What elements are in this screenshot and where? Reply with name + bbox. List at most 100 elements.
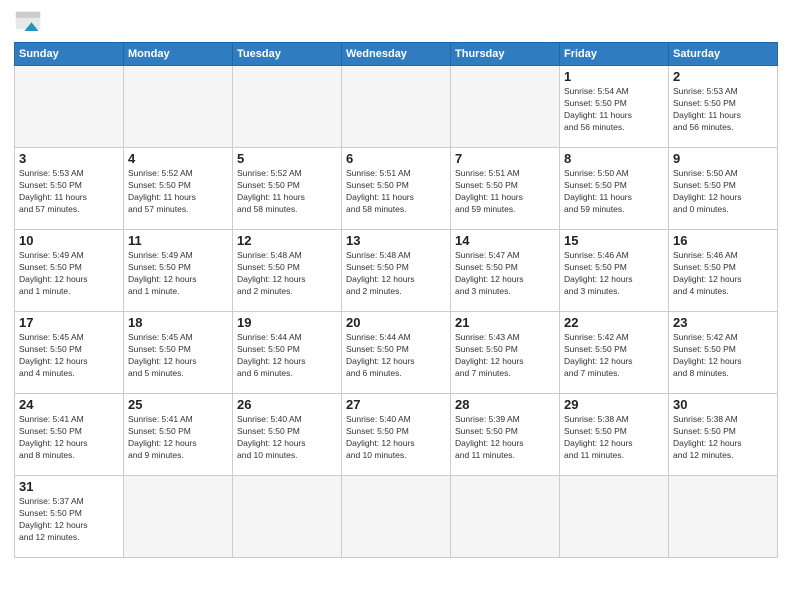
calendar-cell: 12Sunrise: 5:48 AMSunset: 5:50 PMDayligh… — [233, 230, 342, 312]
calendar-cell: 14 Sunrise: 5:47 AMSunset: 5:50 PMDayligh… — [451, 230, 560, 312]
day-info: Sunrise: 5:38 AMSunset: 5:50 PMDaylight:… — [673, 414, 773, 462]
day-info: Sunrise: 5:49 AMSunset: 5:50 PMDaylight:… — [128, 250, 228, 298]
calendar-cell — [342, 66, 451, 148]
day-number: 24 — [19, 397, 119, 412]
calendar-cell: 17 Sunrise: 5:45 AMSunset: 5:50 PMDayligh… — [15, 312, 124, 394]
calendar-cell — [233, 476, 342, 558]
weekday-friday: Friday — [560, 43, 669, 66]
weekday-thursday: Thursday — [451, 43, 560, 66]
day-info: Sunrise: 5:40 AMSunset: 5:50 PMDaylight:… — [346, 414, 446, 462]
day-info: Sunrise: 5:49 AMSunset: 5:50 PMDaylight:… — [19, 250, 119, 298]
day-number: 27 — [346, 397, 446, 412]
day-number: 2 — [673, 69, 773, 84]
day-info: Sunrise: 5:45 AMSunset: 5:50 PMDaylight:… — [19, 332, 119, 380]
calendar-cell — [669, 476, 778, 558]
calendar-cell: 19 Sunrise: 5:44 AMSunset: 5:50 PMDayligh… — [233, 312, 342, 394]
day-info: Sunrise: 5:41 AMSunset: 5:50 PMDaylight:… — [128, 414, 228, 462]
day-number: 19 — [237, 315, 337, 330]
day-info: Sunrise: 5:46 AMSunset: 5:50 PMDaylight:… — [673, 250, 773, 298]
day-number: 26 — [237, 397, 337, 412]
calendar-cell: 7 Sunrise: 5:51 AMSunset: 5:50 PMDaylight… — [451, 148, 560, 230]
day-number: 29 — [564, 397, 664, 412]
day-info: Sunrise: 5:48 AMSunset: 5:50 PMDaylight:… — [346, 250, 446, 298]
calendar-cell: 8Sunrise: 5:50 AMSunset: 5:50 PMDaylight… — [560, 148, 669, 230]
weekday-wednesday: Wednesday — [342, 43, 451, 66]
calendar-cell: 16Sunrise: 5:46 AMSunset: 5:50 PMDayligh… — [669, 230, 778, 312]
day-info: Sunrise: 5:40 AMSunset: 5:50 PMDaylight:… — [237, 414, 337, 462]
calendar-cell — [233, 66, 342, 148]
day-number: 30 — [673, 397, 773, 412]
calendar-cell: 21 Sunrise: 5:43 AMSunset: 5:50 PMDayligh… — [451, 312, 560, 394]
day-info: Sunrise: 5:38 AMSunset: 5:50 PMDaylight:… — [564, 414, 664, 462]
day-number: 17 — [19, 315, 119, 330]
calendar-cell: 29 Sunrise: 5:38 AMSunset: 5:50 PMDayligh… — [560, 394, 669, 476]
calendar-cell: 24 Sunrise: 5:41 AMSunset: 5:50 PMDayligh… — [15, 394, 124, 476]
calendar-cell: 10 Sunrise: 5:49 AMSunset: 5:50 PMDayligh… — [15, 230, 124, 312]
day-number: 28 — [455, 397, 555, 412]
day-info: Sunrise: 5:51 AMSunset: 5:50 PMDaylight:… — [455, 168, 555, 216]
calendar-cell: 3 Sunrise: 5:53 AMSunset: 5:50 PMDaylight… — [15, 148, 124, 230]
calendar-cell: 23 Sunrise: 5:42 AMSunset: 5:50 PMDayligh… — [669, 312, 778, 394]
calendar-cell — [124, 476, 233, 558]
day-number: 4 — [128, 151, 228, 166]
calendar-week-4: 24 Sunrise: 5:41 AMSunset: 5:50 PMDayligh… — [15, 394, 778, 476]
calendar-cell — [124, 66, 233, 148]
day-number: 23 — [673, 315, 773, 330]
weekday-sunday: Sunday — [15, 43, 124, 66]
calendar-cell — [451, 476, 560, 558]
calendar-cell — [451, 66, 560, 148]
day-info: Sunrise: 5:47 AMSunset: 5:50 PMDaylight:… — [455, 250, 555, 298]
calendar-cell: 15 Sunrise: 5:46 AMSunset: 5:50 PMDayligh… — [560, 230, 669, 312]
day-info: Sunrise: 5:42 AMSunset: 5:50 PMDaylight:… — [564, 332, 664, 380]
calendar-cell: 9 Sunrise: 5:50 AMSunset: 5:50 PMDaylight… — [669, 148, 778, 230]
day-number: 10 — [19, 233, 119, 248]
day-info: Sunrise: 5:52 AMSunset: 5:50 PMDaylight:… — [237, 168, 337, 216]
day-number: 3 — [19, 151, 119, 166]
day-number: 25 — [128, 397, 228, 412]
day-info: Sunrise: 5:42 AMSunset: 5:50 PMDaylight:… — [673, 332, 773, 380]
calendar-cell: 28 Sunrise: 5:39 AMSunset: 5:50 PMDayligh… — [451, 394, 560, 476]
calendar-cell: 25 Sunrise: 5:41 AMSunset: 5:50 PMDayligh… — [124, 394, 233, 476]
day-info: Sunrise: 5:44 AMSunset: 5:50 PMDaylight:… — [237, 332, 337, 380]
calendar-cell: 26 Sunrise: 5:40 AMSunset: 5:50 PMDayligh… — [233, 394, 342, 476]
calendar-cell: 30 Sunrise: 5:38 AMSunset: 5:50 PMDayligh… — [669, 394, 778, 476]
calendar-cell — [342, 476, 451, 558]
day-number: 9 — [673, 151, 773, 166]
day-number: 13 — [346, 233, 446, 248]
day-info: Sunrise: 5:41 AMSunset: 5:50 PMDaylight:… — [19, 414, 119, 462]
calendar-cell: 1Sunrise: 5:54 AMSunset: 5:50 PMDaylight… — [560, 66, 669, 148]
weekday-tuesday: Tuesday — [233, 43, 342, 66]
calendar-cell: 2Sunrise: 5:53 AMSunset: 5:50 PMDaylight… — [669, 66, 778, 148]
day-number: 14 — [455, 233, 555, 248]
calendar-week-5: 31Sunrise: 5:37 AMSunset: 5:50 PMDayligh… — [15, 476, 778, 558]
calendar-cell: 4Sunrise: 5:52 AMSunset: 5:50 PMDaylight… — [124, 148, 233, 230]
weekday-saturday: Saturday — [669, 43, 778, 66]
day-info: Sunrise: 5:51 AMSunset: 5:50 PMDaylight:… — [346, 168, 446, 216]
day-number: 7 — [455, 151, 555, 166]
logo — [14, 10, 46, 38]
calendar-cell: 22 Sunrise: 5:42 AMSunset: 5:50 PMDayligh… — [560, 312, 669, 394]
day-info: Sunrise: 5:53 AMSunset: 5:50 PMDaylight:… — [19, 168, 119, 216]
day-info: Sunrise: 5:39 AMSunset: 5:50 PMDaylight:… — [455, 414, 555, 462]
day-number: 1 — [564, 69, 664, 84]
day-number: 21 — [455, 315, 555, 330]
calendar-week-2: 10 Sunrise: 5:49 AMSunset: 5:50 PMDayligh… — [15, 230, 778, 312]
day-info: Sunrise: 5:45 AMSunset: 5:50 PMDaylight:… — [128, 332, 228, 380]
calendar-cell: 5 Sunrise: 5:52 AMSunset: 5:50 PMDaylight… — [233, 148, 342, 230]
calendar: SundayMondayTuesdayWednesdayThursdayFrid… — [14, 42, 778, 558]
day-info: Sunrise: 5:46 AMSunset: 5:50 PMDaylight:… — [564, 250, 664, 298]
calendar-body: 1Sunrise: 5:54 AMSunset: 5:50 PMDaylight… — [15, 66, 778, 558]
day-number: 15 — [564, 233, 664, 248]
calendar-cell — [560, 476, 669, 558]
day-number: 11 — [128, 233, 228, 248]
day-number: 6 — [346, 151, 446, 166]
day-info: Sunrise: 5:43 AMSunset: 5:50 PMDaylight:… — [455, 332, 555, 380]
day-number: 5 — [237, 151, 337, 166]
day-number: 22 — [564, 315, 664, 330]
calendar-cell: 13 Sunrise: 5:48 AMSunset: 5:50 PMDayligh… — [342, 230, 451, 312]
day-info: Sunrise: 5:50 AMSunset: 5:50 PMDaylight:… — [673, 168, 773, 216]
calendar-week-0: 1Sunrise: 5:54 AMSunset: 5:50 PMDaylight… — [15, 66, 778, 148]
page: SundayMondayTuesdayWednesdayThursdayFrid… — [0, 0, 792, 612]
header — [14, 10, 778, 38]
day-number: 18 — [128, 315, 228, 330]
